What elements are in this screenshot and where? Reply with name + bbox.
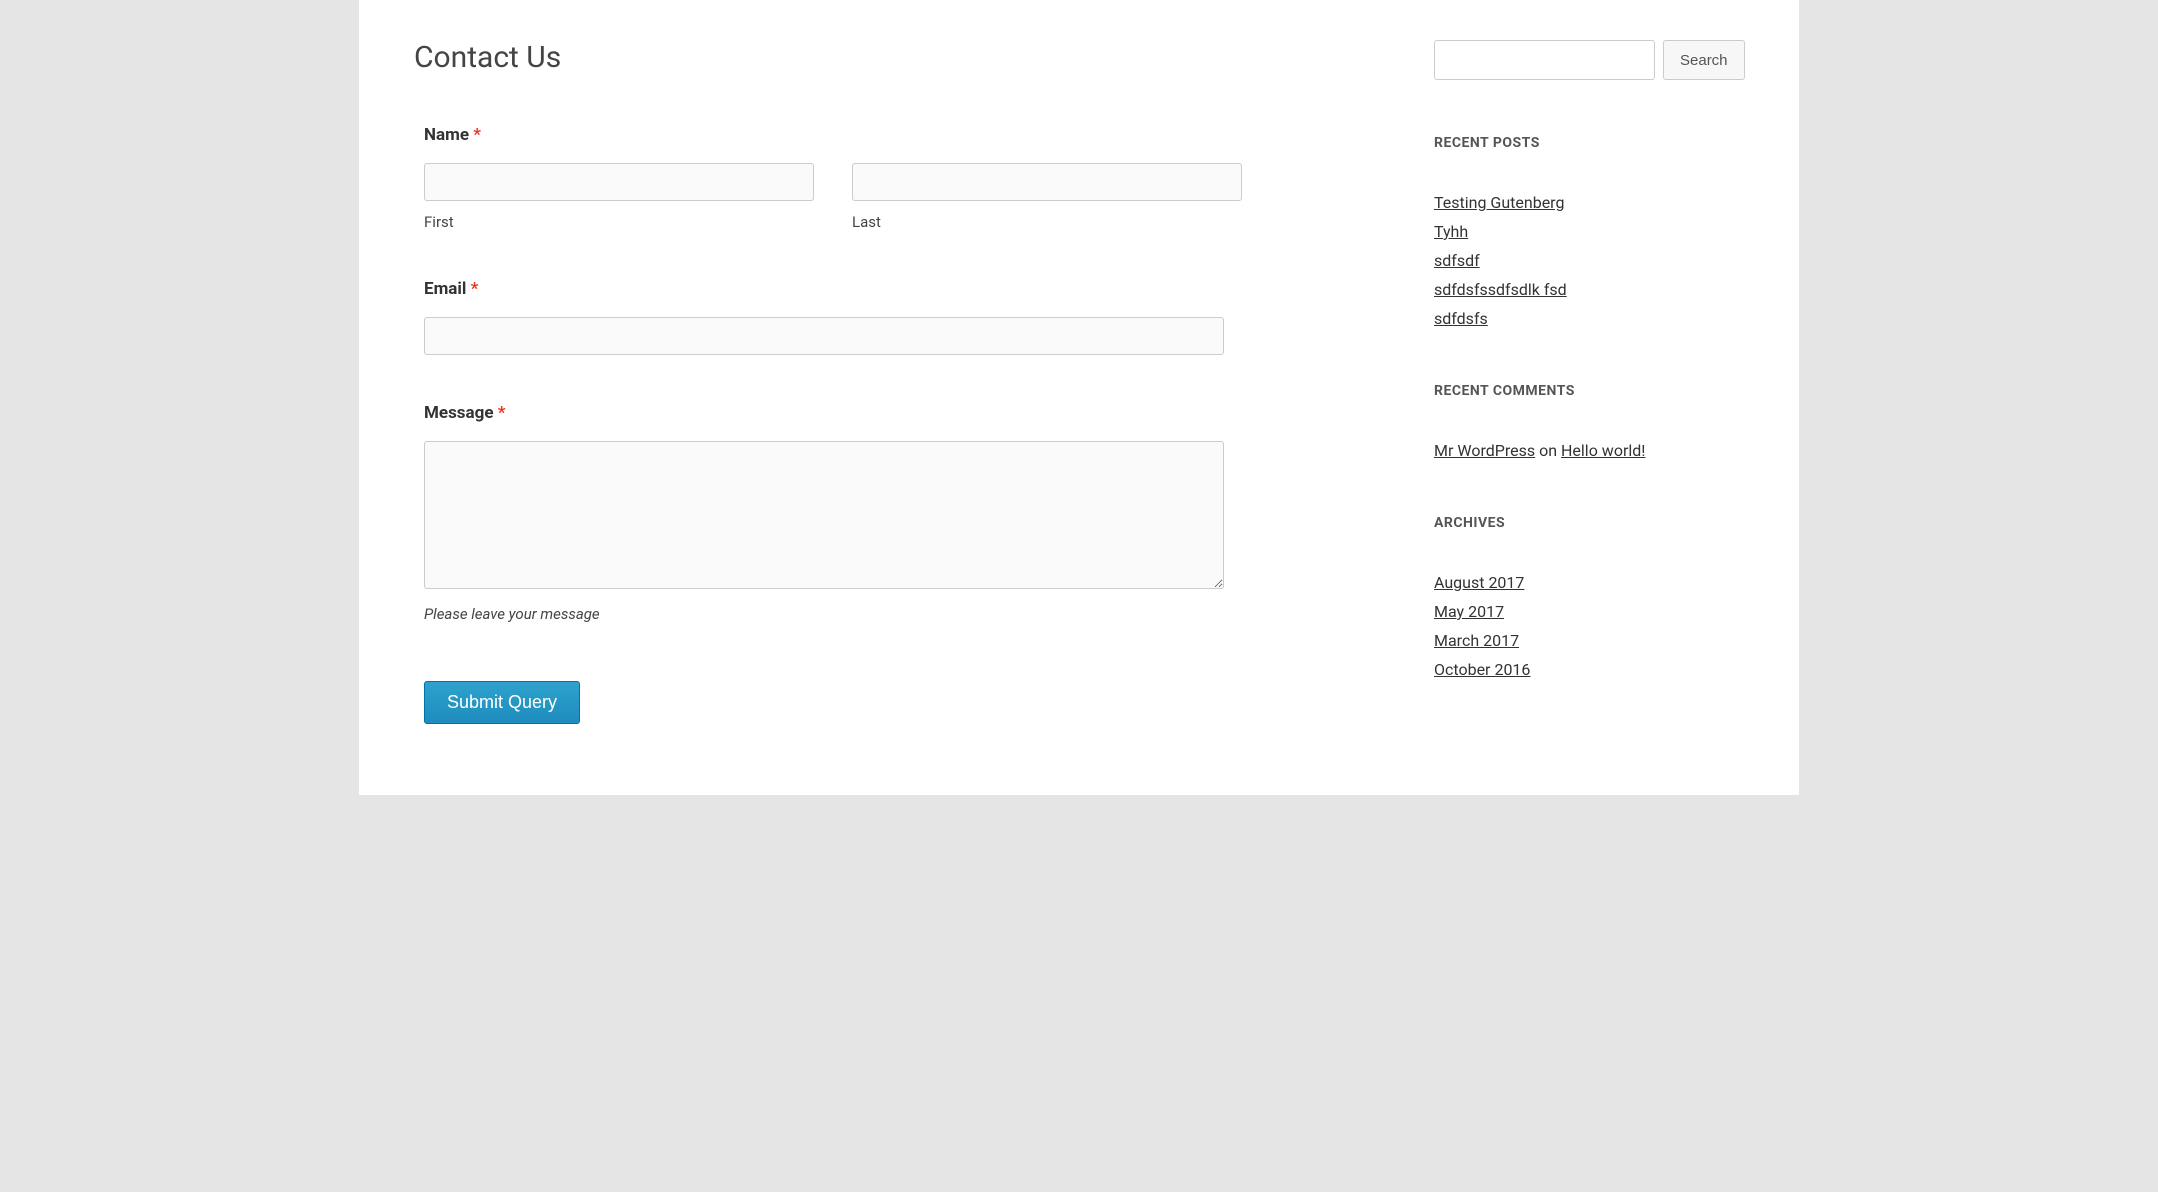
first-name-sublabel: First	[424, 213, 814, 231]
message-help-text: Please leave your message	[424, 605, 1374, 623]
list-item: Testing Gutenberg	[1434, 193, 1744, 212]
list-item: May 2017	[1434, 602, 1744, 621]
email-input[interactable]	[424, 317, 1224, 355]
list-item: Tyhh	[1434, 222, 1744, 241]
archive-link[interactable]: March 2017	[1434, 631, 1519, 650]
recent-comment-item: Mr WordPress on Hello world!	[1434, 441, 1744, 460]
recent-comments-title: RECENT COMMENTS	[1434, 383, 1744, 399]
recent-post-link[interactable]: sdfdsfs	[1434, 309, 1488, 328]
required-mark: *	[473, 125, 481, 145]
list-item: March 2017	[1434, 631, 1744, 650]
list-item: October 2016	[1434, 660, 1744, 679]
archive-link[interactable]: August 2017	[1434, 573, 1524, 592]
required-mark: *	[471, 279, 479, 299]
message-textarea[interactable]	[424, 441, 1224, 589]
recent-post-link[interactable]: Testing Gutenberg	[1434, 193, 1564, 212]
list-item: sdfdsfs	[1434, 309, 1744, 328]
name-label: Name *	[424, 125, 1374, 145]
search-button[interactable]: Search	[1663, 40, 1745, 80]
archive-link[interactable]: May 2017	[1434, 602, 1504, 621]
recent-post-link[interactable]: Tyhh	[1434, 222, 1468, 241]
email-label: Email *	[424, 279, 1374, 299]
email-field-group: Email *	[414, 279, 1374, 355]
last-name-input[interactable]	[852, 163, 1242, 201]
comment-author-link[interactable]: Mr WordPress	[1434, 441, 1535, 460]
message-field-group: Message * Please leave your message	[414, 403, 1374, 623]
message-label: Message *	[424, 403, 1374, 423]
first-name-input[interactable]	[424, 163, 814, 201]
recent-post-link[interactable]: sdfdsfssdfsdlk fsd	[1434, 280, 1567, 299]
email-label-text: Email	[424, 279, 466, 299]
name-field-group: Name * First Last	[414, 125, 1374, 231]
name-label-text: Name	[424, 125, 469, 145]
comment-on-text: on	[1535, 441, 1561, 460]
search-input[interactable]	[1434, 40, 1655, 80]
archives-title: ARCHIVES	[1434, 515, 1744, 531]
archives-widget: ARCHIVES August 2017 May 2017 March 2017…	[1434, 515, 1744, 679]
list-item: sdfsdf	[1434, 251, 1744, 270]
recent-posts-title: RECENT POSTS	[1434, 135, 1744, 151]
recent-comments-widget: RECENT COMMENTS Mr WordPress on Hello wo…	[1434, 383, 1744, 460]
required-mark: *	[498, 403, 506, 423]
message-label-text: Message	[424, 403, 494, 423]
last-name-sublabel: Last	[852, 213, 1242, 231]
recent-post-link[interactable]: sdfsdf	[1434, 251, 1480, 270]
comment-post-link[interactable]: Hello world!	[1561, 441, 1645, 460]
recent-posts-widget: RECENT POSTS Testing Gutenberg Tyhh sdfs…	[1434, 135, 1744, 328]
page-title: Contact Us	[414, 40, 1374, 75]
submit-button[interactable]: Submit Query	[424, 681, 580, 724]
list-item: August 2017	[1434, 573, 1744, 592]
search-widget: Search	[1434, 40, 1744, 80]
archive-link[interactable]: October 2016	[1434, 660, 1530, 679]
list-item: sdfdsfssdfsdlk fsd	[1434, 280, 1744, 299]
